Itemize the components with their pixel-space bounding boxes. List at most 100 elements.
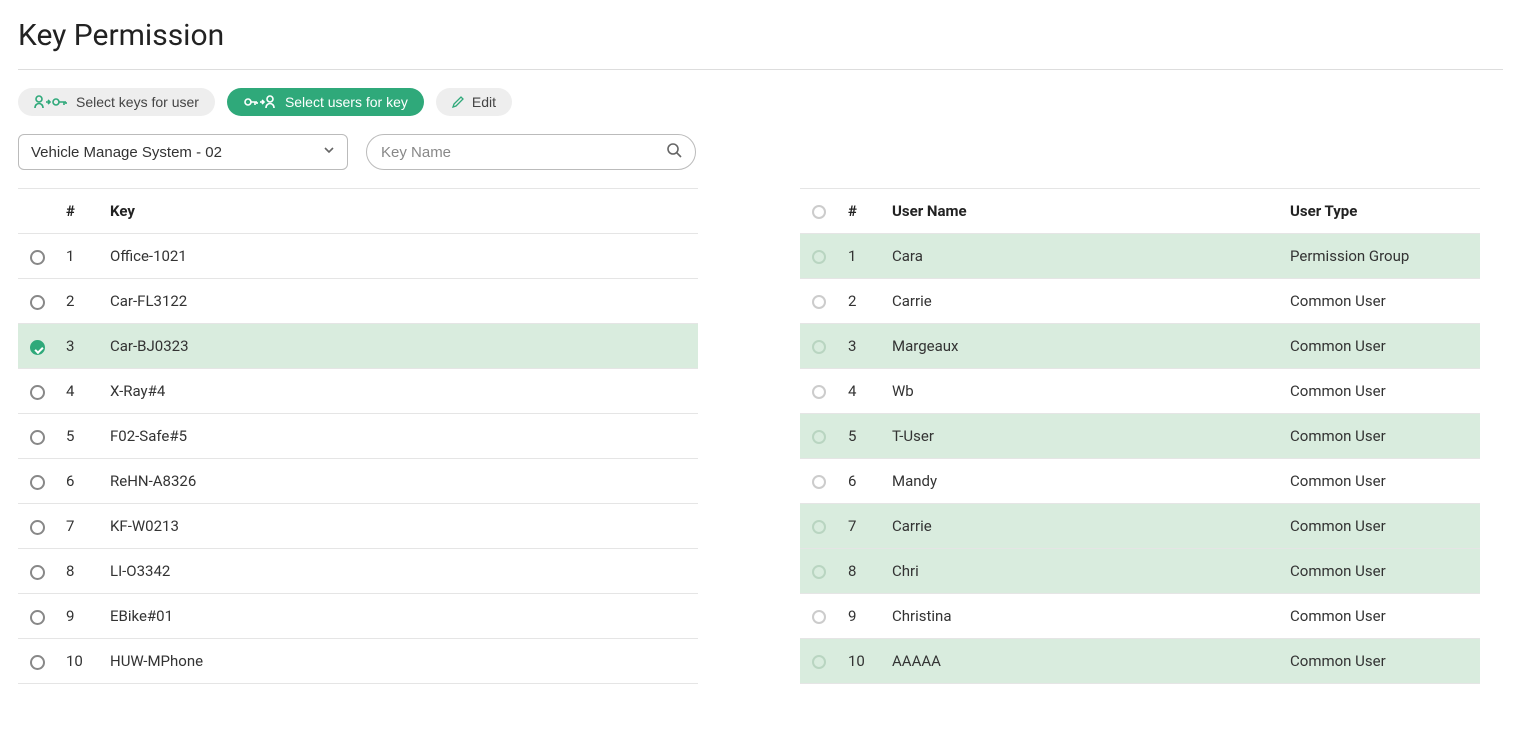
users-header-name: User Name	[882, 189, 1280, 234]
key-row-name: X-Ray#4	[100, 369, 698, 414]
key-radio[interactable]	[30, 520, 45, 535]
user-checkbox[interactable]	[812, 565, 826, 579]
select-users-label: Select users for key	[285, 94, 408, 110]
key-row[interactable]: 7KF-W0213	[18, 504, 698, 549]
key-row-num: 5	[56, 414, 100, 459]
key-radio[interactable]	[30, 610, 45, 625]
key-radio[interactable]	[30, 655, 45, 670]
page-title: Key Permission	[18, 18, 1503, 70]
user-checkbox[interactable]	[812, 295, 826, 309]
key-row-num: 9	[56, 594, 100, 639]
user-checkbox[interactable]	[812, 475, 826, 489]
user-row-name: T-User	[882, 414, 1280, 459]
key-row[interactable]: 9EBike#01	[18, 594, 698, 639]
user-checkbox[interactable]	[812, 430, 826, 444]
system-select[interactable]: Vehicle Manage System - 02	[18, 134, 348, 170]
key-row-name: KF-W0213	[100, 504, 698, 549]
key-row-num: 10	[56, 639, 100, 684]
key-search-input[interactable]	[366, 134, 696, 170]
key-row[interactable]: 1Office-1021	[18, 234, 698, 279]
key-to-user-icon	[243, 94, 277, 110]
edit-button[interactable]: Edit	[436, 88, 512, 116]
user-row-num: 6	[838, 459, 882, 504]
user-row-name: Wb	[882, 369, 1280, 414]
user-checkbox[interactable]	[812, 520, 826, 534]
key-row[interactable]: 2Car-FL3122	[18, 279, 698, 324]
key-row[interactable]: 10HUW-MPhone	[18, 639, 698, 684]
user-row-name: Carrie	[882, 504, 1280, 549]
edit-label: Edit	[472, 94, 496, 110]
keys-header-key: Key	[100, 189, 698, 234]
key-radio[interactable]	[30, 340, 45, 355]
user-row-name: Margeaux	[882, 324, 1280, 369]
user-row-num: 1	[838, 234, 882, 279]
key-row[interactable]: 5F02-Safe#5	[18, 414, 698, 459]
user-row[interactable]: 7CarrieCommon User	[800, 504, 1480, 549]
select-users-for-key-button[interactable]: Select users for key	[227, 88, 424, 116]
key-radio[interactable]	[30, 430, 45, 445]
pencil-icon	[452, 96, 464, 108]
user-row-num: 10	[838, 639, 882, 684]
user-to-key-icon	[34, 94, 68, 110]
select-all-checkbox[interactable]	[812, 205, 826, 219]
filter-row: Vehicle Manage System - 02	[18, 134, 1503, 170]
key-row-num: 1	[56, 234, 100, 279]
select-keys-label: Select keys for user	[76, 94, 199, 110]
users-table: # User Name User Type 1CaraPermission Gr…	[800, 188, 1480, 684]
key-row[interactable]: 4X-Ray#4	[18, 369, 698, 414]
user-row-type: Common User	[1280, 549, 1480, 594]
user-row-num: 8	[838, 549, 882, 594]
key-row[interactable]: 3Car-BJ0323	[18, 324, 698, 369]
key-row-num: 8	[56, 549, 100, 594]
keys-table: # Key 1Office-10212Car-FL31223Car-BJ0323…	[18, 188, 698, 684]
key-row-name: Office-1021	[100, 234, 698, 279]
key-row-name: ReHN-A8326	[100, 459, 698, 504]
select-keys-for-user-button[interactable]: Select keys for user	[18, 88, 215, 116]
key-row-name: EBike#01	[100, 594, 698, 639]
user-row-type: Common User	[1280, 504, 1480, 549]
key-row-num: 4	[56, 369, 100, 414]
user-checkbox[interactable]	[812, 340, 826, 354]
key-radio[interactable]	[30, 385, 45, 400]
user-row[interactable]: 6MandyCommon User	[800, 459, 1480, 504]
user-row-num: 3	[838, 324, 882, 369]
user-row-type: Permission Group	[1280, 234, 1480, 279]
keys-header-num: #	[56, 189, 100, 234]
users-header-type: User Type	[1280, 189, 1480, 234]
user-checkbox[interactable]	[812, 610, 826, 624]
mode-toolbar: Select keys for user Select users for ke…	[18, 88, 1503, 116]
user-row[interactable]: 1CaraPermission Group	[800, 234, 1480, 279]
user-row-type: Common User	[1280, 639, 1480, 684]
user-row[interactable]: 5T-UserCommon User	[800, 414, 1480, 459]
key-row-name: Car-BJ0323	[100, 324, 698, 369]
user-checkbox[interactable]	[812, 385, 826, 399]
user-row[interactable]: 8ChriCommon User	[800, 549, 1480, 594]
user-row-num: 4	[838, 369, 882, 414]
user-row[interactable]: 10AAAAACommon User	[800, 639, 1480, 684]
key-radio[interactable]	[30, 250, 45, 265]
user-row-num: 5	[838, 414, 882, 459]
user-row-type: Common User	[1280, 324, 1480, 369]
user-row[interactable]: 4WbCommon User	[800, 369, 1480, 414]
key-radio[interactable]	[30, 565, 45, 580]
user-checkbox[interactable]	[812, 250, 826, 264]
key-row[interactable]: 8LI-O3342	[18, 549, 698, 594]
key-row-name: F02-Safe#5	[100, 414, 698, 459]
user-row[interactable]: 3MargeauxCommon User	[800, 324, 1480, 369]
user-row-type: Common User	[1280, 459, 1480, 504]
key-row[interactable]: 6ReHN-A8326	[18, 459, 698, 504]
key-radio[interactable]	[30, 475, 45, 490]
key-radio[interactable]	[30, 295, 45, 310]
user-row[interactable]: 2CarrieCommon User	[800, 279, 1480, 324]
search-icon	[666, 142, 682, 162]
user-checkbox[interactable]	[812, 655, 826, 669]
user-row-type: Common User	[1280, 594, 1480, 639]
user-row-name: Cara	[882, 234, 1280, 279]
user-row-num: 9	[838, 594, 882, 639]
user-row[interactable]: 9ChristinaCommon User	[800, 594, 1480, 639]
user-row-name: Christina	[882, 594, 1280, 639]
key-row-name: HUW-MPhone	[100, 639, 698, 684]
key-row-num: 7	[56, 504, 100, 549]
user-row-name: Carrie	[882, 279, 1280, 324]
user-row-type: Common User	[1280, 279, 1480, 324]
